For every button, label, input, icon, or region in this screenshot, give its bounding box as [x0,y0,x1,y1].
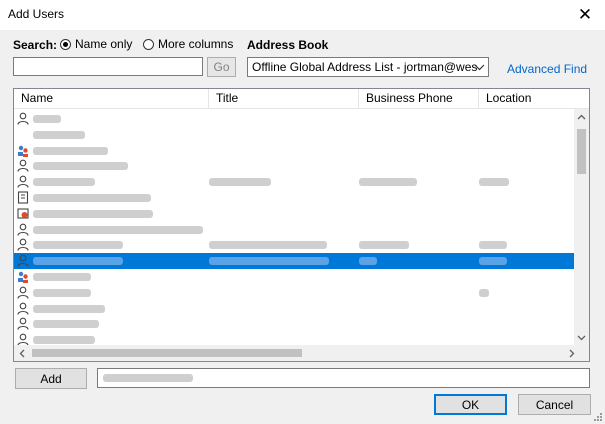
user-icon [17,238,29,252]
blurred-name [33,272,91,281]
column-header-title[interactable]: Title [209,89,359,108]
advanced-find-link[interactable]: Advanced Find [507,62,587,76]
radio-name-only[interactable]: Name only [60,37,132,51]
column-header-location[interactable]: Location [479,89,589,108]
table-row[interactable] [14,301,575,317]
user-icon [17,159,29,173]
restricted-group-icon [17,207,29,220]
chevron-down-icon [474,58,485,76]
table-row[interactable] [14,253,575,269]
horizontal-scrollbar[interactable] [14,345,589,361]
user-icon [17,223,29,236]
blurred-name [33,225,203,234]
search-label: Search: [13,38,58,52]
blurred-location [479,288,489,297]
search-input[interactable] [13,57,203,76]
scroll-down-icon[interactable] [574,330,589,345]
blurred-location [479,241,507,250]
ok-button-label: OK [461,397,480,412]
cancel-button[interactable]: Cancel [518,394,591,415]
user-icon [17,302,29,315]
blurred-location [479,178,509,187]
blurred-name [33,209,153,218]
blurred-phone [359,257,377,266]
title-bar: Add Users ✕ [0,0,605,30]
blurred-recipient [103,374,193,382]
vertical-scroll-thumb[interactable] [577,129,586,174]
radio-dot-selected [60,38,71,50]
table-row[interactable] [14,316,575,332]
scroll-right-icon[interactable] [564,345,579,361]
table-row[interactable] [14,174,575,190]
blurred-name [33,288,91,297]
add-button[interactable]: Add [15,368,87,389]
window-title: Add Users [8,7,65,21]
blurred-title [209,178,271,187]
list-header: Name Title Business Phone Location [14,89,589,109]
list-rows [14,111,575,348]
blurred-title [209,241,327,250]
blurred-name [33,336,95,345]
cancel-button-label: Cancel [535,397,574,412]
table-row[interactable] [14,222,575,238]
table-row[interactable] [14,127,575,143]
group-icon [17,270,29,283]
blurred-name [33,193,151,202]
user-icon [17,286,29,299]
table-row[interactable] [14,285,575,301]
blurred-name [33,304,105,313]
blurred-name [33,320,99,329]
address-book-dropdown[interactable]: Offline Global Address List - jortman@we… [247,57,489,77]
user-list[interactable]: Name Title Business Phone Location [13,88,590,362]
resize-grip-icon[interactable] [593,412,603,422]
table-row[interactable] [14,206,575,222]
radio-dot [143,38,154,50]
table-row[interactable] [14,237,575,253]
blurred-name [33,130,85,139]
vertical-scrollbar[interactable] [574,109,589,345]
table-row[interactable] [14,143,575,159]
scroll-left-icon[interactable] [14,345,29,361]
user-icon [17,112,29,125]
radio-label-name-only: Name only [75,37,133,51]
blurred-phone [359,178,417,187]
address-book-label: Address Book [247,38,329,52]
blurred-title [209,257,329,266]
radio-more-columns[interactable]: More columns [143,37,233,51]
blurred-name [33,178,95,187]
blurred-name [33,257,123,266]
blurred-name [33,162,128,171]
table-row[interactable] [14,111,575,127]
user-icon [17,317,29,331]
close-button[interactable]: ✕ [565,0,605,30]
blurred-location [479,257,507,266]
table-row[interactable] [14,158,575,174]
column-header-business-phone[interactable]: Business Phone [359,89,479,108]
table-row[interactable] [14,269,575,285]
go-button[interactable]: Go [207,57,236,77]
go-button-label: Go [213,60,230,74]
contact-icon [17,191,29,204]
horizontal-scroll-thumb[interactable] [32,349,302,357]
ok-button[interactable]: OK [434,394,507,415]
address-book-value: Offline Global Address List - jortman@we… [252,60,478,74]
blurred-name [33,241,123,250]
group-icon [17,144,29,157]
blurred-name [33,115,61,123]
blurred-name [33,146,108,155]
column-header-name[interactable]: Name [14,89,209,108]
blurred-phone [359,241,409,250]
add-button-label: Add [40,371,62,386]
add-recipients-input[interactable] [97,368,590,388]
radio-label-more-columns: More columns [158,37,234,51]
close-icon: ✕ [577,5,593,24]
table-row[interactable] [14,190,575,206]
user-icon [17,175,29,188]
user-icon [17,254,29,267]
scroll-up-icon[interactable] [574,109,589,124]
